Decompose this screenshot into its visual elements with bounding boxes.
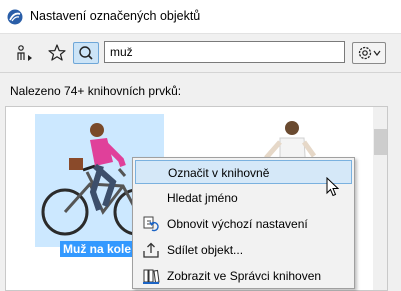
menu-item-label: Hledat jméno [167,191,238,205]
vertical-scrollbar[interactable] [373,107,387,290]
menu-item-reset-defaults[interactable]: Obnovit výchozí nastavení [135,212,352,236]
menu-item-show-in-library-manager[interactable]: Zobrazit ve Správci knihoven [135,264,352,288]
search-button[interactable] [73,42,99,64]
title-bar: Nastavení označených objektů [0,0,401,34]
person-arrow-icon [17,45,32,61]
star-icon [48,44,66,61]
menu-item-share-object[interactable]: Sdílet objekt... [135,238,352,262]
menu-item-select-in-library[interactable]: Označit v knihovně [135,160,352,184]
context-menu: Označit v knihovně Hledat jméno Obnovit … [132,157,355,289]
menu-item-label: Označit v knihovně [168,166,270,180]
menu-item-label: Zobrazit ve Správci knihoven [167,269,322,283]
search-input[interactable] [104,41,345,63]
app-logo-icon [7,9,23,25]
scrollbar-thumb[interactable] [374,129,387,155]
mouse-cursor-icon [326,177,340,197]
gear-dropdown-icon [358,46,381,60]
toolbar-divider [0,72,401,73]
menu-item-label: Sdílet objekt... [167,243,244,257]
reset-icon [143,216,159,232]
toolbar [0,34,401,72]
library-browse-button[interactable] [13,42,41,64]
menu-item-search-name[interactable]: Hledat jméno [135,186,352,210]
share-icon [143,242,159,258]
favorites-button[interactable] [46,42,68,64]
search-icon [79,46,93,60]
window-title: Nastavení označených objektů [30,9,201,23]
library-manager-icon [143,269,160,284]
search-settings-button[interactable] [352,42,386,64]
menu-item-label: Obnovit výchozí nastavení [167,217,308,231]
results-count-label: Nalezeno 74+ knihovních prvků: [10,84,182,98]
